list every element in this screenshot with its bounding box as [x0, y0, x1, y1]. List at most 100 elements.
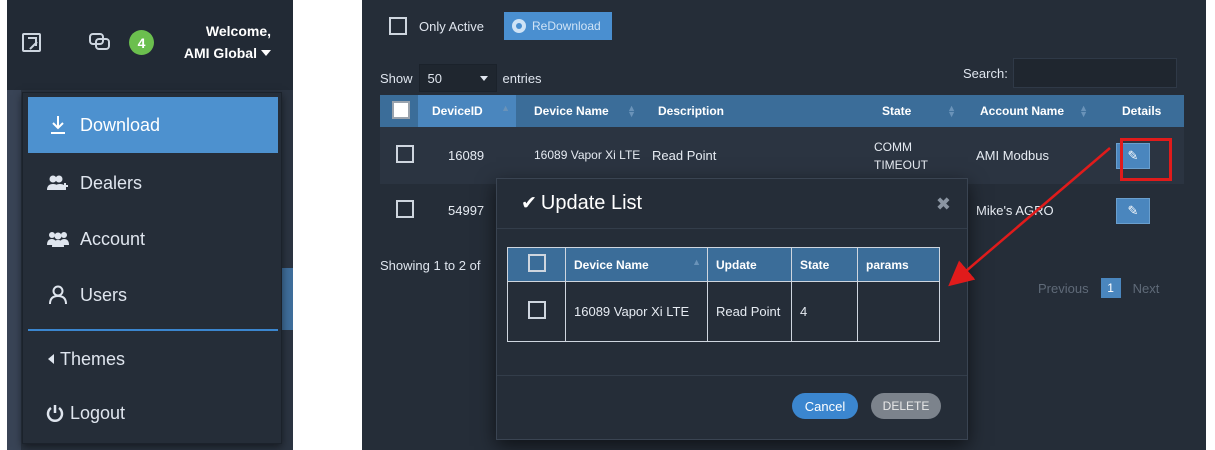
user-name: AMI Global: [183, 45, 257, 61]
menu-item-label: Download: [80, 114, 161, 135]
update-list-modal: ✔ Update List ✖ Device Name ▲ Update Stat…: [496, 178, 968, 440]
page-1-button[interactable]: 1: [1100, 278, 1121, 298]
download-icon: [46, 115, 70, 135]
sort-icon: ▲ ▼: [627, 103, 636, 119]
search-input[interactable]: [1013, 58, 1177, 88]
user-menu[interactable]: Welcome, AMI Global: [184, 20, 271, 64]
cell-state: 4: [791, 281, 858, 342]
col-label: Device Name: [574, 257, 649, 272]
table-row[interactable]: 16089 Vapor Xi LTE Read Point 4: [507, 281, 940, 342]
page-size-control: Show 50 entries: [380, 64, 542, 92]
previous-link[interactable]: Previous: [1038, 281, 1089, 296]
delete-button[interactable]: DELETE: [871, 393, 941, 419]
table-header: DeviceID ▲ Device Name ▲ ▼ Description Stat…: [380, 95, 1184, 127]
refresh-icon: [512, 19, 526, 33]
edit-button[interactable]: ✎: [1116, 197, 1150, 224]
menu-item-logout[interactable]: Logout: [28, 385, 278, 441]
col-label: State: [800, 257, 830, 272]
menu-item-label: Users: [80, 284, 128, 305]
modal-header: ✔ Update List: [497, 179, 967, 229]
show-label: Show: [380, 70, 413, 86]
menu-item-users[interactable]: Users: [28, 267, 278, 323]
sidebar-panel: 4 Welcome, AMI Global Download Dealers A…: [7, 0, 293, 450]
add-users-icon: [46, 174, 70, 192]
select-all-cell: [507, 247, 566, 282]
search-label: Search:: [963, 66, 1008, 81]
col-state[interactable]: State: [791, 247, 858, 282]
caret-left-icon: [46, 353, 56, 365]
entries-label: entries: [502, 70, 542, 86]
user-name-row: AMI Global: [184, 42, 271, 64]
only-active-label: Only Active: [419, 18, 485, 34]
page-size-value: 50: [427, 70, 442, 86]
cell-description: Read Point: [652, 148, 717, 163]
row-checkbox[interactable]: [396, 145, 414, 163]
users-group-icon: [46, 230, 70, 248]
only-active-toggle[interactable]: Only Active: [389, 17, 484, 35]
check-icon: ✔: [521, 193, 537, 214]
col-params[interactable]: params: [857, 247, 940, 282]
col-label: DeviceID: [432, 104, 483, 118]
modal-title: Update List: [540, 192, 643, 214]
col-device-id[interactable]: DeviceID ▲: [418, 95, 516, 127]
col-device-name[interactable]: Device Name ▲: [565, 247, 708, 282]
cell-device-id: 16089: [448, 148, 485, 163]
col-state[interactable]: State ▲ ▼: [870, 103, 962, 119]
update-list-table: Device Name ▲ Update State params 16089 V…: [507, 247, 940, 342]
select-all-cell: [380, 100, 418, 122]
row-checkbox[interactable]: [527, 301, 546, 319]
row-select-cell: [507, 281, 566, 342]
menu-item-themes[interactable]: Themes: [28, 331, 278, 387]
cell-update: Read Point: [707, 281, 792, 342]
menu-item-account[interactable]: Account: [28, 211, 278, 267]
col-label: params: [866, 257, 909, 272]
cell-details: ✎: [1102, 197, 1184, 224]
page-size-select[interactable]: 50: [418, 64, 497, 92]
pagination: Previous 1 Next: [1038, 278, 1159, 298]
sort-icon: ▲: [501, 103, 510, 113]
menu-item-label: Dealers: [80, 172, 143, 193]
sort-icon: ▲: [692, 256, 701, 267]
select-all-checkbox[interactable]: [527, 254, 546, 272]
col-description[interactable]: Description: [642, 104, 870, 118]
modal-footer-divider: [497, 375, 967, 376]
menu-item-label: Themes: [60, 348, 126, 369]
close-icon[interactable]: ✖: [936, 194, 951, 215]
user-dropdown-menu: Download Dealers Account Users Themes Lo…: [22, 92, 282, 444]
menu-item-download[interactable]: Download: [28, 97, 278, 153]
fullscreen-icon[interactable]: [22, 33, 41, 52]
col-details: Details: [1102, 104, 1184, 118]
pencil-icon: ✎: [1127, 202, 1139, 218]
power-icon: [46, 404, 64, 422]
only-active-checkbox[interactable]: [389, 17, 407, 35]
cancel-button[interactable]: Cancel: [792, 393, 858, 419]
col-label: Details: [1122, 104, 1162, 118]
sort-icon: ▲ ▼: [1079, 103, 1088, 119]
col-account-name[interactable]: Account Name ▲ ▼: [962, 103, 1102, 119]
caret-down-icon: [261, 50, 271, 56]
background-strip: [7, 90, 21, 450]
chat-icon[interactable]: [89, 33, 111, 51]
table-info: Showing 1 to 2 of: [380, 258, 481, 273]
menu-item-dealers[interactable]: Dealers: [28, 155, 278, 211]
col-label: State: [882, 104, 912, 118]
cell-state: COMM TIMEOUT: [874, 139, 928, 172]
table-row[interactable]: 16089 16089 Vapor Xi LTE Read Point COMM…: [380, 127, 1184, 184]
col-label: Device Name: [534, 104, 609, 118]
notification-badge: 4: [129, 30, 154, 55]
user-icon: [46, 285, 70, 305]
row-checkbox[interactable]: [396, 200, 414, 218]
cell-account-name: Mike's AGRO: [976, 203, 1054, 218]
col-device-name[interactable]: Device Name ▲ ▼: [516, 103, 642, 119]
col-label: Account Name: [980, 104, 1065, 118]
caret-down-icon: [479, 75, 488, 81]
select-all-checkbox[interactable]: [392, 100, 410, 119]
next-link[interactable]: Next: [1133, 281, 1160, 296]
row-select-cell: [380, 145, 418, 166]
sort-icon: ▲ ▼: [947, 103, 956, 119]
cell-account-name: AMI Modbus: [976, 148, 1049, 163]
redownload-label: ReDownload: [532, 19, 601, 33]
table-header: Device Name ▲ Update State params: [507, 247, 940, 282]
col-update[interactable]: Update: [707, 247, 792, 282]
redownload-button[interactable]: ReDownload: [504, 12, 612, 40]
